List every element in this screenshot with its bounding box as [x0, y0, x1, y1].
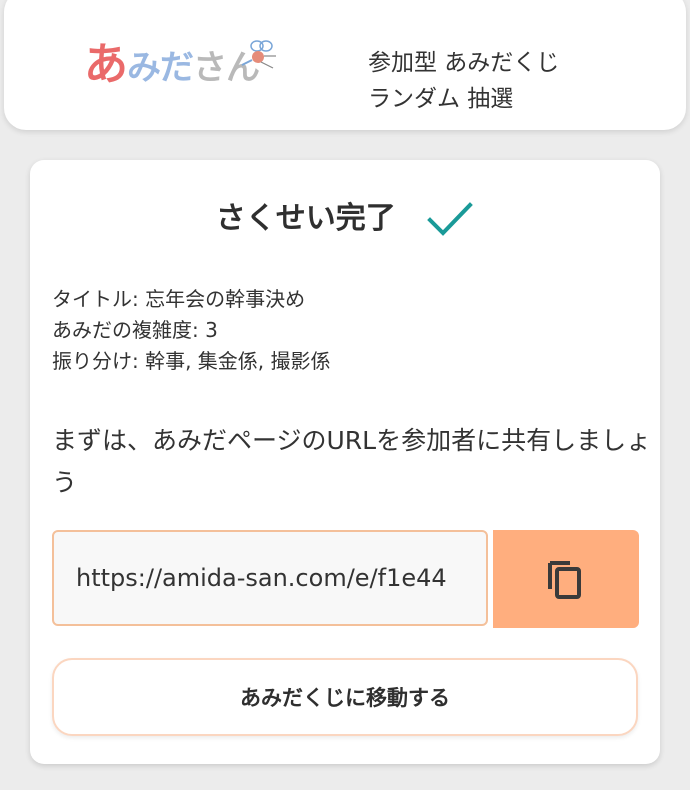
card-title: さくせい完了: [30, 198, 660, 239]
tagline-line-2: ランダム 抽選: [368, 86, 514, 112]
card-title-text: さくせい完了: [215, 200, 396, 236]
copy-url-button[interactable]: [493, 530, 639, 628]
app-header: あみださん 参加型 あみだくじ ランダム 抽選: [4, 0, 686, 130]
event-info: タイトル: 忘年会の幹事決め あみだの複雑度: 3 振り分け: 幹事, 集金係,…: [52, 284, 331, 377]
app-tagline: 参加型 あみだくじ ランダム 抽選: [368, 45, 559, 117]
tagline-line-1: 参加型 あみだくじ: [368, 50, 560, 76]
info-title: タイトル: 忘年会の幹事決め: [52, 287, 306, 311]
check-icon: [427, 201, 474, 236]
logo-text-part-1: あ: [84, 39, 128, 90]
info-complexity: あみだの複雑度: 3: [52, 318, 218, 342]
go-to-amidakuji-button[interactable]: あみだくじに移動する: [52, 658, 638, 736]
logo-text: あみださん: [84, 39, 260, 93]
completion-card: さくせい完了 タイトル: 忘年会の幹事決め あみだの複雑度: 3 振り分け: 幹…: [30, 160, 660, 764]
info-assignments: 振り分け: 幹事, 集金係, 撮影係: [52, 349, 331, 373]
copy-icon: [548, 561, 581, 599]
share-url-input[interactable]: [52, 530, 488, 626]
bee-icon: [241, 40, 276, 69]
share-message: まずは、あみだページのURLを参加者に共有しましょう: [52, 426, 652, 497]
app-logo[interactable]: あみださん: [84, 38, 284, 98]
logo-text-part-2: みだ: [127, 48, 194, 88]
